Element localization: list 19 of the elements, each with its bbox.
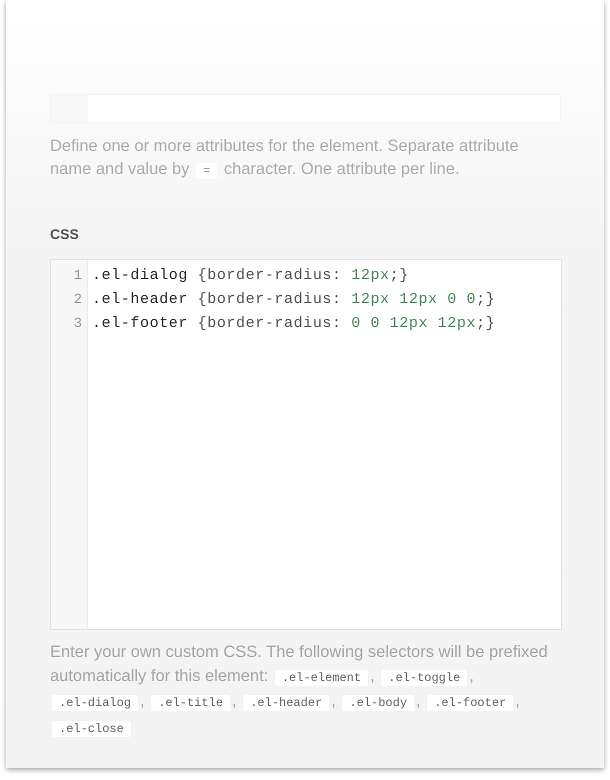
code-editor[interactable]: 1 2 3 .el-dialog {border-radius: 12px;} .el-header {border-radius: 12px 12px 0 0;} .el-footer {border-radius: 0 0 12px 12px;} [50,259,562,630]
code-snippet: .el-toggle [381,670,468,686]
code-snippet: .el-footer [427,695,514,711]
line-number: 1 [74,267,82,286]
code-snippet: .el-header [243,695,330,711]
line-number: 3 [74,315,82,334]
code-snippet: .el-title [151,695,230,711]
code-snippet: .el-close [52,720,131,736]
code-snippet: = [196,163,218,179]
code-snippet: .el-element [274,670,368,686]
help-text: Enter your own custom CSS. The following selectors will be prefixed automatically for this element: .el-element , .el-toggle , .el-dialog , .el-title , .el-header , .el-body , .el-footer , .el-close [50,642,549,738]
code-snippet: .el-dialog [52,695,138,711]
section-label: CSS [50,225,79,243]
code-line: .el-footer {border-radius: 0 0 12px 12px;} [92,314,496,334]
code-snippet: .el-body [342,695,414,711]
code-line: .el-header {border-radius: 12px 12px 0 0;} [92,290,496,310]
line-number: 2 [74,291,82,310]
code-line: .el-dialog {border-radius: 12px;} [92,266,409,286]
help-text: Define one or more attributes for the element. Separate attribute name and value by = character. One attribute per line. [50,136,520,181]
